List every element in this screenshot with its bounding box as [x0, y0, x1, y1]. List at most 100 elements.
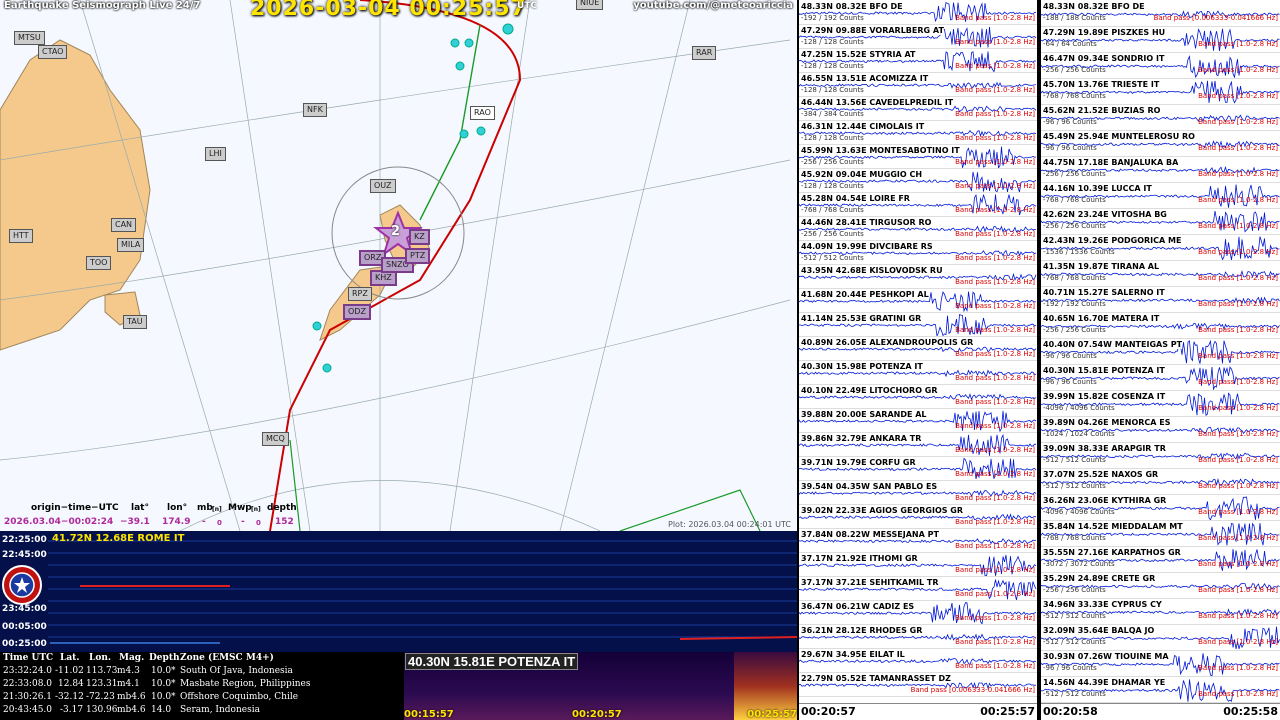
cell-mag: m4.3	[117, 666, 140, 676]
band-pass-label: Band pass [1.0-2.8 Hz]	[1198, 638, 1278, 646]
station-label: KZ	[409, 229, 430, 245]
station-name: 41.14N 25.53E GRATINI GR	[801, 314, 922, 323]
seismograph-trace: 30.93N 07.26W TIOUINE MA -96 / 96 Counts B…	[1041, 650, 1280, 677]
station-name: 46.31N 12.44E CIMOLAIS IT	[801, 122, 925, 131]
band-pass-label: Band pass [1.0-2.8 Hz]	[955, 566, 1035, 574]
counts-range: -768 / 768 Counts	[1043, 92, 1106, 100]
column-header: Time UTC	[3, 653, 54, 663]
band-pass-label: Band pass [1.0-2.8 Hz]	[1198, 352, 1278, 360]
band-pass-label: Band pass [1.0-2.8 Hz]	[1198, 118, 1278, 126]
current-datetime: 2026-03-04 00:25:57	[250, 0, 527, 21]
band-pass-label: Band pass [1.0-2.8 Hz]	[1198, 378, 1278, 386]
station-name: 34.96N 33.33E CYPRUS CY	[1043, 600, 1162, 609]
spectrogram-station: 40.30N 15.81E POTENZA IT	[405, 653, 579, 670]
station-name: 40.71N 15.27E SALERNO IT	[1043, 288, 1165, 297]
band-pass-label: Band pass [1.0-2.8 Hz]	[1198, 326, 1278, 334]
station-name: 45.70N 13.76E TRIESTE IT	[1043, 80, 1160, 89]
station-name: 40.10N 22.49E LITOCHORO GR	[801, 386, 938, 395]
counts-range: -96 / 96 Counts	[1043, 352, 1097, 360]
cell-mag: mb4.6	[117, 705, 146, 715]
station-label: MILA	[117, 238, 145, 252]
band-pass-label: Band pass [1.0-2.8 Hz]	[955, 350, 1035, 358]
station-name: 36.21N 28.12E RHODES GR	[801, 626, 923, 635]
counts-range: -192 / 192 Counts	[1043, 300, 1106, 308]
band-pass-label: Band pass [1.0-2.8 Hz]	[1198, 690, 1278, 698]
band-pass-label: Band pass [1.0-2.8 Hz]	[1198, 482, 1278, 490]
time-axis: 00:20:57 00:25:57	[799, 703, 1037, 720]
station-name: 44.46N 28.41E TIRGUSOR RO	[801, 218, 932, 227]
seismograph-trace: 36.21N 28.12E RHODES GR Band pass [1.0-2.…	[799, 624, 1037, 649]
band-pass-label: Band pass [1.0-2.8 Hz]	[955, 398, 1035, 406]
counts-range: -768 / 768 Counts	[801, 206, 864, 214]
band-pass-label: Band pass [1.0-2.8 Hz]	[955, 206, 1035, 214]
station-name: 44.75N 17.18E BANJALUKA BA	[1043, 158, 1179, 167]
origin-mb-n: 0	[217, 519, 222, 527]
station-name: 40.89N 26.05E ALEXANDROUPOLIS GR	[801, 338, 974, 347]
band-pass-label: Band pass [1.0-2.8 Hz]	[1198, 248, 1278, 256]
cell-zone: Seram, Indonesia	[180, 705, 260, 715]
origin-mwp: -	[241, 517, 245, 527]
band-pass-label: Band pass [1.0-2.8 Hz]	[955, 542, 1035, 550]
counts-range: -256 / 256 Counts	[1043, 326, 1106, 334]
counts-range: -384 / 384 Counts	[801, 110, 864, 118]
seismograph-trace: 42.43N 19.26E PODGORICA ME -1536 / 1536 C…	[1041, 234, 1280, 261]
band-pass-label: Band pass [1.0-2.8 Hz]	[1198, 300, 1278, 308]
column-header: Zone (EMSC M4+)	[180, 653, 274, 663]
origin-info: origin−time−UTC lat° lon° mb [n] Mwp [n]…	[0, 502, 300, 530]
band-pass-label: Band pass [1.0-2.8 Hz]	[955, 614, 1035, 622]
band-pass-label: Band pass [1.0-2.8 Hz]	[1198, 66, 1278, 74]
seismograph-trace: 46.31N 12.44E CIMOLAIS IT -128 / 128 Coun…	[799, 120, 1037, 145]
station-name: 39.02N 22.33E AGIOS GEORGIOS GR	[801, 506, 964, 515]
station-name: 35.84N 14.52E MIEDDALAM MT	[1043, 522, 1183, 531]
seismograph-trace: 40.30N 15.98E POTENZA IT Band pass [1.0-2…	[799, 360, 1037, 385]
column-header: Depth	[149, 653, 180, 663]
seismograph-trace: 39.86N 32.79E ANKARA TR Band pass [1.0-2.…	[799, 432, 1037, 457]
station-label: CAN	[111, 218, 137, 232]
counts-range: -768 / 768 Counts	[1043, 274, 1106, 282]
seismograph-trace: 48.33N 08.32E BFO DE -188 / 188 Counts Ban…	[1041, 0, 1280, 27]
seismograph-trace: 37.84N 08.22W MESSEJANA PT Band pass [1.0…	[799, 528, 1037, 553]
station-name: 45.62N 21.52E BUZIAS RO	[1043, 106, 1161, 115]
band-pass-label: Band pass [1.0-2.8 Hz]	[955, 86, 1035, 94]
station-name: 40.65N 16.70E MATERA IT	[1043, 314, 1160, 323]
counts-range: -96 / 96 Counts	[1043, 378, 1097, 386]
origin-lat: −39.1	[120, 517, 150, 527]
station-name: 39.99N 15.82E COSENZA IT	[1043, 392, 1166, 401]
station-name: 39.88N 20.00E SARANDE AL	[801, 410, 927, 419]
seismograph-trace: 40.30N 15.81E POTENZA IT -96 / 96 Counts B…	[1041, 364, 1280, 391]
station-name: 41.68N 20.44E PESHKOPI AL	[801, 290, 929, 299]
station-name: 42.62N 23.24E VITOSHA BG	[1043, 210, 1167, 219]
band-pass-label: Band pass [1.0-2.8 Hz]	[1198, 560, 1278, 568]
station-name: 48.33N 08.32E BFO DE	[801, 2, 903, 11]
seismograph-trace: 40.71N 15.27E SALERNO IT -192 / 192 Count…	[1041, 286, 1280, 313]
station-name: 35.29N 24.89E CRETE GR	[1043, 574, 1156, 583]
seismograph-trace: 36.26N 23.06E KYTHIRA GR -4096 / 4096 Cou…	[1041, 494, 1280, 521]
seismograph-trace: 45.99N 13.63E MONTESABOTINO IT -256 / 256…	[799, 144, 1037, 169]
counts-range: -256 / 256 Counts	[1043, 170, 1106, 178]
seismograph-trace: 39.88N 20.00E SARANDE AL Band pass [1.0-2…	[799, 408, 1037, 433]
helicorder-time: 22:45:00	[2, 550, 47, 560]
station-name: 39.71N 19.79E CORFU GR	[801, 458, 916, 467]
seismograph-trace: 35.84N 14.52E MIEDDALAM MT -768 / 768 Cou…	[1041, 520, 1280, 547]
band-pass-label: Band pass [1.0-2.8 Hz]	[955, 374, 1035, 382]
band-pass-label: Band pass [1.0-2.8 Hz]	[955, 230, 1035, 238]
band-pass-label: Band pass [1.0-2.8 Hz]	[1198, 430, 1278, 438]
station-name: 32.09N 35.64E BALQA JO	[1043, 626, 1155, 635]
seismograph-trace: 14.56N 44.39E DHAMAR YE -512 / 512 Counts…	[1041, 676, 1280, 703]
counts-range: -1024 / 1024 Counts	[1043, 430, 1115, 438]
seismograph-trace: 40.89N 26.05E ALEXANDROUPOLIS GR Band pas…	[799, 336, 1037, 361]
station-name: 35.55N 27.16E KARPATHOS GR	[1043, 548, 1181, 557]
station-name: 36.26N 23.06E KYTHIRA GR	[1043, 496, 1167, 505]
helicorder-time: 00:25:00	[2, 639, 47, 649]
channel-link[interactable]: youtube.com/@meteoariccia	[633, 0, 793, 11]
cell-lon: -72.23	[86, 692, 115, 702]
origin-header: [n]	[251, 506, 261, 513]
station-name: 46.55N 13.51E ACOMIZZA IT	[801, 74, 929, 83]
counts-range: -4096 / 4096 Counts	[1043, 508, 1115, 516]
station-name: 14.56N 44.39E DHAMAR YE	[1043, 678, 1166, 687]
origin-header: Mwp	[228, 503, 252, 513]
seismograph-column-left: 48.33N 08.32E BFO DE -192 / 192 Counts Ban…	[799, 0, 1037, 720]
station-name: 45.92N 09.04E MUGGIO CH	[801, 170, 923, 179]
helicorder-graphic	[2, 540, 797, 644]
cell-mag: m4.1	[117, 679, 140, 689]
